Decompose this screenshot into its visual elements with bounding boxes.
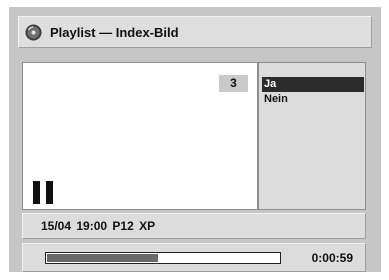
window-title: Playlist — Index-Bild bbox=[50, 25, 179, 40]
playback-progress-bar bbox=[45, 252, 281, 264]
recording-info-bar: 15/04 19:00 P12 XP bbox=[22, 213, 366, 239]
index-number-badge: 3 bbox=[219, 75, 248, 92]
playback-progress-fill bbox=[47, 254, 158, 262]
dialog-frame: Playlist — Index-Bild 3 Ja Nein 15/04 19… bbox=[9, 7, 381, 272]
title-bar: Playlist — Index-Bild bbox=[18, 16, 372, 48]
pause-icon bbox=[33, 181, 55, 204]
recording-info-text: 15/04 19:00 P12 XP bbox=[41, 219, 156, 233]
menu-item-nein[interactable]: Nein bbox=[262, 92, 364, 107]
menu-item-ja[interactable]: Ja bbox=[262, 77, 364, 92]
index-picture-preview: 3 bbox=[22, 62, 258, 210]
status-bar: 0:00:59 bbox=[22, 243, 366, 272]
disc-icon bbox=[25, 24, 42, 41]
confirm-menu: Ja Nein bbox=[258, 62, 366, 210]
elapsed-time: 0:00:59 bbox=[311, 251, 353, 265]
